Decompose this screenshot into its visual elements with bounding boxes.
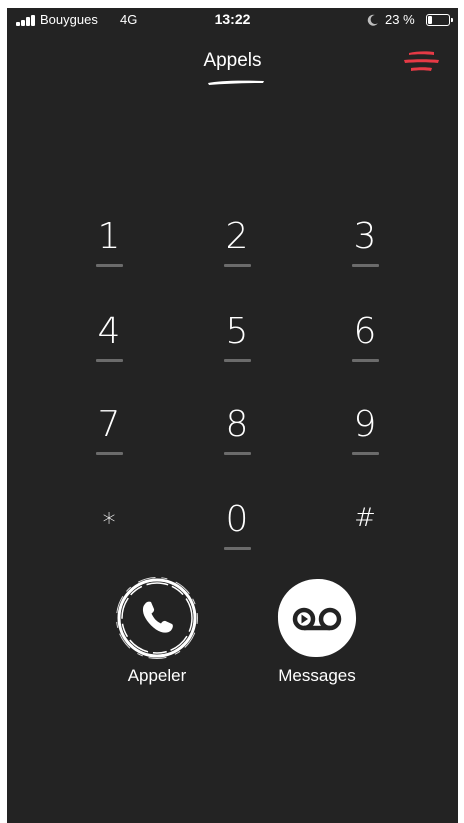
call-button-label: Appeler <box>127 666 187 685</box>
voicemail-icon <box>277 578 357 658</box>
key-label: 9 <box>353 404 377 445</box>
key-2[interactable]: 2 <box>197 215 277 275</box>
key-4[interactable]: 4 <box>69 310 149 370</box>
key-label: 1 <box>97 216 121 257</box>
key-label: 0 <box>225 499 249 540</box>
key-1[interactable]: 1 <box>69 215 149 275</box>
key-8[interactable]: 8 <box>197 403 277 463</box>
key-3[interactable]: 3 <box>325 215 405 275</box>
key-underline <box>96 452 123 455</box>
messages-button-label: Messages <box>278 666 356 685</box>
key-underline <box>352 452 379 455</box>
key-label: 3 <box>353 216 377 257</box>
key-label: 2 <box>225 216 249 257</box>
moon-icon <box>367 14 378 26</box>
key-underline <box>352 264 379 267</box>
title-brush-underline <box>208 80 264 85</box>
page-title: Appels <box>203 50 262 71</box>
messages-button[interactable]: Messages <box>257 576 377 686</box>
key-underline <box>224 452 251 455</box>
battery-level-fill <box>428 16 432 24</box>
key-9[interactable]: 9 <box>325 403 405 463</box>
key-underline <box>224 264 251 267</box>
key-label: 6 <box>353 311 377 352</box>
battery-percent: 23 % <box>385 12 415 27</box>
key-5[interactable]: 5 <box>197 310 277 370</box>
key-0[interactable]: 0 <box>197 498 277 558</box>
key-hash[interactable]: # <box>325 496 405 556</box>
phone-screen: Bouygues 4G 13:22 23 % Appels 1 2 3 4 5 … <box>7 8 458 823</box>
status-bar: Bouygues 4G 13:22 23 % <box>7 8 458 36</box>
key-7[interactable]: 7 <box>69 403 149 463</box>
key-6[interactable]: 6 <box>325 310 405 370</box>
key-label: 5 <box>225 311 249 352</box>
battery-nub <box>451 18 453 22</box>
key-label: 7 <box>97 404 121 445</box>
key-underline <box>96 264 123 267</box>
key-underline <box>352 359 379 362</box>
call-button[interactable]: Appeler <box>97 576 217 686</box>
key-underline <box>224 547 251 550</box>
key-underline <box>224 359 251 362</box>
hamburger-menu-icon[interactable] <box>401 46 441 76</box>
key-underline <box>96 359 123 362</box>
key-star[interactable]: ∗ <box>69 496 149 556</box>
key-label: # <box>354 503 376 533</box>
key-label: 8 <box>225 404 249 445</box>
key-label: ∗ <box>100 503 118 533</box>
key-label: 4 <box>97 311 121 352</box>
battery-icon <box>426 14 453 26</box>
phone-icon <box>116 577 198 659</box>
